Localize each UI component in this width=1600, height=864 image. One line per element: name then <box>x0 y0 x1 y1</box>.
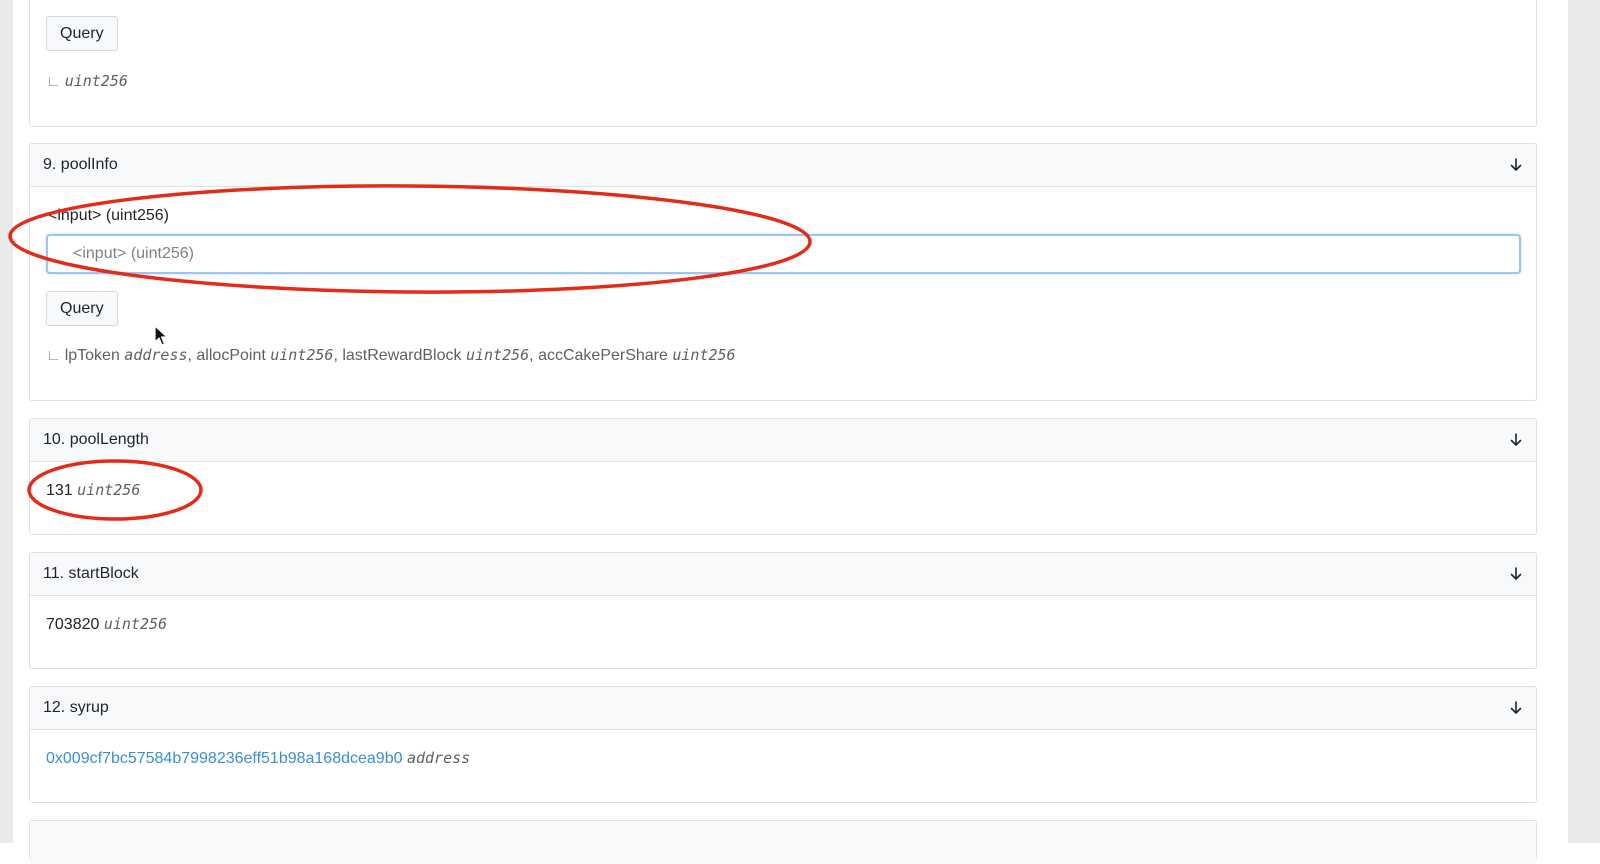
input-label-poolinfo: <input> (uint256) <box>48 207 169 224</box>
card-title-poollength: 10. poolLength <box>43 431 149 448</box>
arrow-down-icon[interactable] <box>1509 433 1523 447</box>
syrup-value-line: 0x009cf7bc57584b7998236eff51b98a168dcea9… <box>46 749 470 768</box>
output-separator: , <box>333 347 343 364</box>
corner-branch-icon: ∟ <box>46 347 61 364</box>
output-type-8: uint256 <box>64 72 128 90</box>
query-button-poolinfo[interactable]: Query <box>46 291 118 326</box>
corner-branch-icon: ∟ <box>46 73 61 90</box>
card-header-startblock[interactable]: 11. startBlock <box>30 553 1536 596</box>
output-name-2: lastRewardBlock <box>342 347 462 364</box>
card-syrup: 12. syrup <box>29 686 1537 803</box>
poollength-value-line: 131 uint256 <box>46 481 140 500</box>
card-startblock: 11. startBlock <box>29 552 1537 669</box>
card-poollength: 10. poolLength <box>29 418 1537 535</box>
query-button-8[interactable]: Query <box>46 16 118 51</box>
output-name-0: lpToken <box>64 347 120 364</box>
output-separator: , <box>529 347 539 364</box>
syrup-address-link[interactable]: 0x009cf7bc57584b7998236eff51b98a168dcea9… <box>46 750 403 767</box>
poollength-value: 131 <box>46 482 73 499</box>
arrow-down-icon[interactable] <box>1509 567 1523 581</box>
output-type-3: uint256 <box>672 346 736 364</box>
card-title-startblock: 11. startBlock <box>43 565 139 582</box>
output-type-line-8: ∟ uint256 <box>46 72 128 91</box>
startblock-type: uint256 <box>103 615 168 633</box>
arrow-down-icon[interactable] <box>1509 701 1523 715</box>
card-title-poolinfo: 9. poolInfo <box>43 156 118 173</box>
poolinfo-input-field[interactable] <box>46 234 1521 274</box>
left-margin <box>0 0 13 843</box>
output-type-0: address <box>124 346 188 364</box>
syrup-type: address <box>406 749 471 767</box>
output-type-2: uint256 <box>465 346 530 364</box>
card-header-syrup[interactable]: 12. syrup <box>30 687 1536 730</box>
startblock-value-line: 703820 uint256 <box>46 615 167 634</box>
poollength-type: uint256 <box>77 481 141 499</box>
output-name-1: allocPoint <box>196 347 266 364</box>
right-scrollbar-track[interactable] <box>1568 0 1600 843</box>
mouse-pointer-icon <box>154 325 168 346</box>
card-next-function <box>29 820 1537 864</box>
output-type-1: uint256 <box>270 346 334 364</box>
card-title-syrup: 12. syrup <box>43 699 109 716</box>
arrow-down-icon[interactable] <box>1509 158 1523 172</box>
output-line-poolinfo: ∟ lpToken address, allocPoint uint256, la… <box>46 346 736 365</box>
card-previous-function: Query ∟ uint256 <box>29 0 1537 127</box>
output-name-3: accCakePerShare <box>538 347 668 364</box>
startblock-value: 703820 <box>46 616 100 633</box>
card-header-poollength[interactable]: 10. poolLength <box>30 419 1536 462</box>
card-header-poolinfo[interactable]: 9. poolInfo <box>30 144 1536 187</box>
